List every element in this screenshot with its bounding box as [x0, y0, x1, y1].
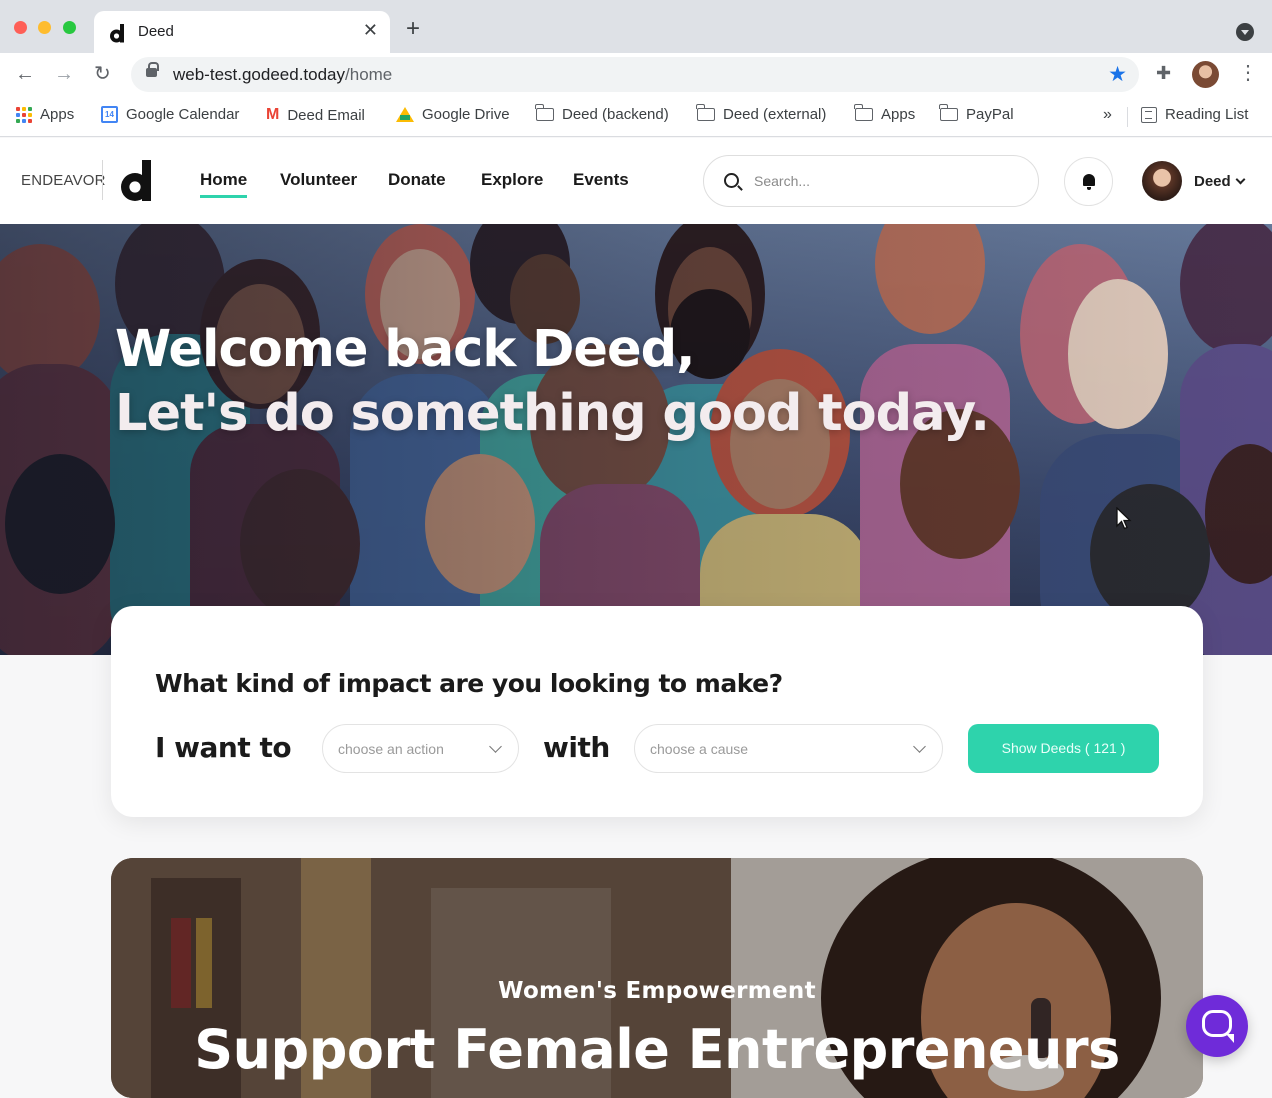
nav-home[interactable]: Home	[200, 170, 248, 198]
action-select-placeholder: choose an action	[338, 741, 444, 757]
bookmark-label: Google Calendar	[126, 106, 240, 123]
bookmark-deed-email[interactable]: M Deed Email	[266, 106, 365, 124]
browser-tab-active[interactable]: Deed ✕	[94, 11, 390, 53]
folder-icon	[535, 104, 554, 121]
show-deeds-button[interactable]: Show Deeds ( 121 )	[968, 724, 1159, 773]
bookmark-deed-backend[interactable]: Deed (backend)	[535, 104, 669, 123]
user-avatar[interactable]	[1142, 161, 1182, 201]
reload-icon[interactable]: ↻	[94, 63, 111, 85]
nav-volunteer[interactable]: Volunteer	[280, 170, 357, 190]
campaign-title: Support Female Entrepreneurs	[194, 1018, 1120, 1081]
reading-list-button[interactable]: Reading List	[1141, 106, 1248, 123]
google-calendar-icon: 14	[101, 106, 118, 123]
tab-title: Deed	[138, 23, 174, 40]
tab-close-icon[interactable]: ✕	[363, 20, 378, 41]
endeavor-logo-text[interactable]: ENDEAVOR	[21, 172, 106, 189]
nav-donate[interactable]: Donate	[388, 170, 446, 190]
bookmark-label: Google Drive	[422, 106, 510, 123]
browser-profile-avatar[interactable]	[1192, 61, 1219, 88]
address-bar[interactable]: web-test.godeed.today/home ★	[131, 57, 1139, 92]
bookmark-apps-folder[interactable]: Apps	[854, 104, 916, 123]
tab-search-icon[interactable]	[1236, 23, 1254, 41]
bookmark-label: Deed Email	[287, 106, 365, 124]
bookmark-apps[interactable]: Apps	[16, 106, 74, 123]
search-input[interactable]	[754, 170, 1024, 192]
mouse-cursor-icon	[1116, 507, 1132, 530]
apps-grid-icon	[16, 106, 32, 123]
notifications-button[interactable]	[1064, 157, 1113, 206]
chevron-down-icon	[913, 740, 926, 753]
bookmark-paypal[interactable]: PayPal	[939, 104, 1014, 123]
deed-logo-icon[interactable]	[121, 160, 159, 202]
browser-menu-icon[interactable]: ⋮	[1238, 62, 1258, 84]
forward-arrow-icon[interactable]: →	[54, 63, 74, 85]
cause-select[interactable]: choose a cause	[634, 724, 943, 773]
minimize-window-button[interactable]	[38, 21, 51, 34]
bookmarks-bar: Apps 14 Google Calendar M Deed Email Goo…	[0, 97, 1272, 137]
folder-icon	[696, 104, 715, 121]
reading-list-label: Reading List	[1165, 106, 1249, 123]
gmail-icon: M	[266, 106, 280, 123]
support-chat-button[interactable]	[1186, 995, 1248, 1057]
chevron-down-icon[interactable]	[1235, 174, 1246, 185]
folder-icon	[854, 104, 873, 121]
action-select[interactable]: choose an action	[322, 724, 519, 773]
bookmark-label: Apps	[881, 106, 916, 123]
featured-campaign-card[interactable]: Women's Empowerment Support Female Entre…	[111, 858, 1203, 1098]
browser-toolbar: ← → ↻ web-test.godeed.today/home ★ ✚ ⋮	[0, 53, 1272, 97]
deed-favicon-icon	[110, 24, 124, 43]
bookmarks-overflow-icon[interactable]: »	[1103, 106, 1112, 124]
user-name[interactable]: Deed	[1194, 173, 1231, 190]
google-drive-icon	[396, 107, 414, 122]
bookmark-deed-external[interactable]: Deed (external)	[696, 104, 827, 123]
hero-line-1: Welcome back Deed,	[115, 320, 695, 379]
bookmark-label: Deed (external)	[723, 106, 827, 123]
campaign-category: Women's Empowerment	[498, 978, 816, 1004]
nav-events[interactable]: Events	[573, 170, 629, 190]
impact-finder-card: What kind of impact are you looking to m…	[111, 606, 1203, 817]
bell-icon	[1083, 174, 1095, 190]
hero-greeting: Welcome back Deed, Let's do something go…	[115, 318, 990, 446]
bookmark-label: Deed (backend)	[562, 106, 669, 123]
bookmark-google-drive[interactable]: Google Drive	[396, 106, 510, 123]
hero-banner: Welcome back Deed, Let's do something go…	[0, 224, 1272, 655]
bookmark-label: Apps	[40, 106, 75, 123]
back-arrow-icon[interactable]: ←	[15, 63, 35, 85]
reading-list-icon	[1141, 106, 1157, 123]
extensions-puzzle-icon[interactable]: ✚	[1156, 63, 1171, 84]
chevron-down-icon	[489, 740, 502, 753]
chat-bubble-icon	[1202, 1010, 1234, 1043]
site-search	[703, 155, 1039, 207]
url-text: web-test.godeed.today/home	[173, 65, 393, 84]
cause-select-placeholder: choose a cause	[650, 741, 749, 757]
search-icon	[724, 173, 739, 188]
bookmark-label: PayPal	[966, 106, 1014, 123]
with-label: with	[543, 731, 610, 764]
bookmark-star-icon[interactable]: ★	[1108, 62, 1127, 87]
new-tab-icon[interactable]: +	[406, 17, 420, 41]
browser-tabstrip: Deed ✕ +	[0, 0, 1272, 53]
maximize-window-button[interactable]	[63, 21, 76, 34]
site-header: ENDEAVOR Home Volunteer Donate Explore E…	[0, 138, 1272, 224]
close-window-button[interactable]	[14, 21, 27, 34]
i-want-to-label: I want to	[155, 731, 292, 764]
brand-divider	[102, 160, 103, 200]
bookmark-google-calendar[interactable]: 14 Google Calendar	[101, 106, 239, 123]
nav-explore[interactable]: Explore	[481, 170, 543, 190]
bookmarks-divider	[1127, 107, 1128, 127]
folder-icon	[939, 104, 958, 121]
lock-icon	[146, 62, 159, 77]
impact-question: What kind of impact are you looking to m…	[155, 669, 783, 698]
hero-line-2: Let's do something good today.	[115, 384, 990, 443]
